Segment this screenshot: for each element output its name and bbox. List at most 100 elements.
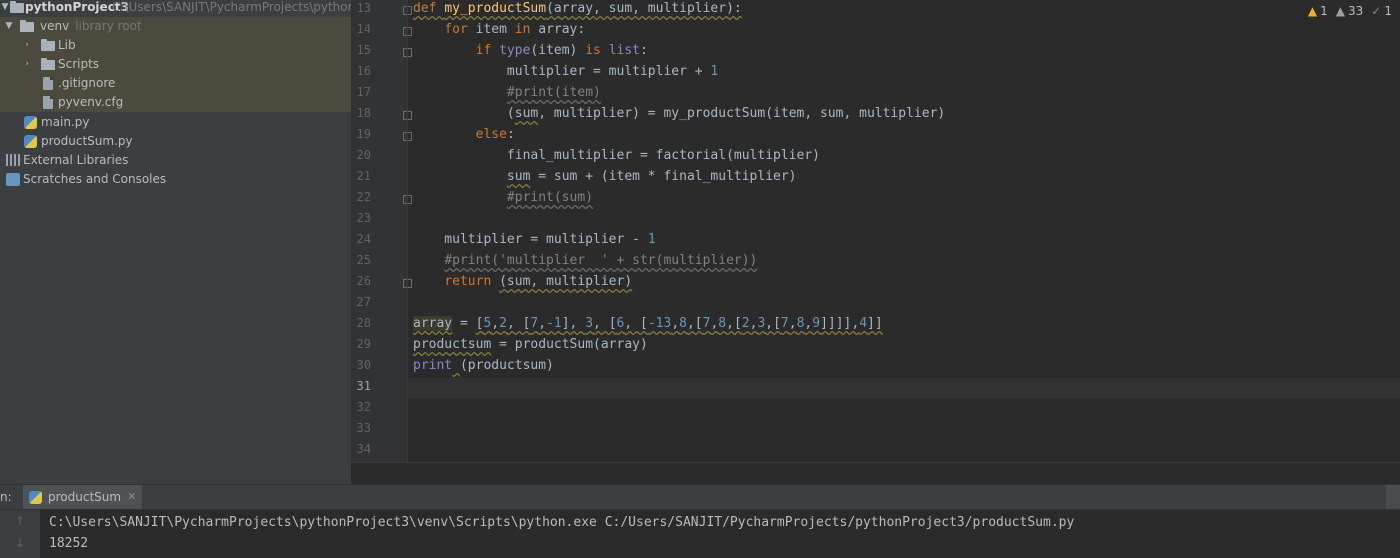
line-number: 23: [356, 211, 371, 225]
scratch-icon: [6, 173, 20, 186]
code-line: def my_productSum(array, sum, multiplier…: [413, 1, 742, 16]
line-number: 32: [356, 400, 371, 414]
folder-icon: [41, 58, 55, 70]
python-file-icon: [24, 116, 37, 129]
weak-warning-count: 33: [1348, 4, 1364, 18]
line-number: 24: [356, 232, 371, 246]
code-line: print (productsum): [413, 358, 554, 373]
line-number: 15: [356, 43, 371, 57]
line-number: 29: [356, 337, 371, 351]
file-icon: [43, 96, 53, 109]
line-number: 22: [356, 190, 371, 204]
line-number: 17: [356, 85, 371, 99]
run-toolbar: ↑ ↓: [0, 510, 40, 558]
warning-icon: ▲: [1307, 4, 1318, 18]
code-line: if type(item) is list:: [475, 43, 648, 58]
warning-count: 1: [1320, 4, 1328, 18]
console-command-line: C:\Users\SANJIT\PycharmProjects\pythonPr…: [49, 515, 1075, 530]
close-icon[interactable]: ✕: [127, 485, 136, 509]
project-path: C:\Users\SANJIT\PycharmProjects\pythonPr…: [112, 0, 351, 14]
line-number: 34: [356, 442, 371, 456]
tree-item-label: main.py: [41, 115, 90, 129]
code-line: return (sum, multiplier): [444, 274, 633, 289]
arrow-down-icon[interactable]: ↓: [15, 536, 25, 550]
code-line: sum = sum + (item * final_multiplier): [506, 169, 797, 184]
inspection-widget[interactable]: ▲ 1 ▲ 33 ✓ 1: [1308, 2, 1392, 20]
code-line: multiplier = multiplier + 1: [413, 64, 719, 79]
folder-icon: [10, 1, 24, 13]
tree-item-lib[interactable]: › Lib: [0, 36, 351, 55]
weak-warnings-indicator[interactable]: ▲ 33: [1336, 2, 1364, 20]
panel-options-strip[interactable]: [1386, 485, 1400, 509]
caret-row-highlight: [408, 378, 1400, 399]
tree-item-gitignore[interactable]: .gitignore: [0, 74, 351, 93]
tree-item-productsum-py[interactable]: productSum.py: [0, 132, 351, 151]
code-line: for item in array:: [444, 22, 586, 37]
run-tool-window: n: productSum ✕ ↑ ↓ C:\Users\SANJIT\Pych…: [0, 484, 1400, 558]
line-number: 21: [356, 169, 371, 183]
chevron-down-icon[interactable]: ▼: [0, 0, 10, 17]
tree-item-venv[interactable]: ▼ venv library root: [0, 17, 351, 36]
code-editor[interactable]: 13 14 15 16 17 18 19 20 21 22 23 24 25 2…: [351, 0, 1400, 485]
gutter-divider: [407, 0, 408, 462]
line-number: 14: [356, 22, 371, 36]
line-number: 16: [356, 64, 371, 78]
code-line: #print('multiplier ' + str(multiplier)): [444, 253, 758, 268]
weak-warning-icon: ▲: [1335, 4, 1346, 18]
project-root-row[interactable]: ▼ pythonProject3 C:\Users\SANJIT\Pycharm…: [0, 0, 351, 17]
tree-item-label: venv: [40, 19, 70, 33]
tree-item-label: Scripts: [58, 57, 100, 71]
project-tool-window: ▼ pythonProject3 C:\Users\SANJIT\Pycharm…: [0, 0, 351, 484]
chevron-right-icon[interactable]: ›: [22, 36, 32, 55]
run-tab-productsum[interactable]: productSum ✕: [23, 485, 143, 509]
tree-item-label: productSum.py: [41, 134, 133, 148]
line-number: 13: [356, 1, 371, 15]
code-line: #print(sum): [506, 190, 594, 205]
code-line: (sum, multiplier) = my_productSum(item, …: [413, 106, 946, 121]
line-number: 19: [356, 127, 371, 141]
chevron-down-icon[interactable]: ▼: [4, 17, 14, 36]
tree-item-label: pyvenv.cfg: [58, 95, 124, 109]
line-number: 33: [356, 421, 371, 435]
code-line: array = [5,2, [7,-1], 3, [6, [-13,8,[7,8…: [413, 316, 883, 331]
tree-item-pyvenv[interactable]: pyvenv.cfg: [0, 93, 351, 112]
line-number: 27: [356, 295, 371, 309]
tree-item-main-py[interactable]: main.py: [0, 113, 351, 132]
tree-item-label: External Libraries: [23, 153, 129, 167]
ok-count: 1: [1384, 4, 1392, 18]
python-file-icon: [24, 135, 37, 148]
folder-icon: [41, 39, 55, 51]
library-icon: [6, 154, 20, 166]
run-tool-window-header: n: productSum ✕: [0, 485, 1400, 510]
line-number: 18: [356, 106, 371, 120]
tree-item-label: .gitignore: [58, 76, 116, 90]
checkmark-icon: ✓: [1371, 4, 1382, 18]
warnings-indicator[interactable]: ▲ 1: [1308, 2, 1328, 20]
file-icon: [43, 77, 53, 90]
line-number: 25: [356, 253, 371, 267]
chevron-right-icon[interactable]: ›: [22, 55, 32, 74]
code-line: productsum = productSum(array): [413, 337, 648, 352]
code-line: #print(item): [506, 85, 601, 100]
tree-item-scratches[interactable]: Scratches and Consoles: [0, 170, 351, 189]
code-line: else:: [475, 127, 515, 142]
tree-item-scripts[interactable]: › Scripts: [0, 55, 351, 74]
run-label: n:: [0, 490, 12, 504]
tree-item-external-libraries[interactable]: External Libraries: [0, 151, 351, 170]
console-output-line: 18252: [49, 536, 89, 551]
ok-indicator[interactable]: ✓ 1: [1371, 2, 1392, 20]
line-number: 28: [356, 316, 371, 330]
editor-breadcrumb-bar: [351, 462, 1400, 485]
line-number: 26: [356, 274, 371, 288]
line-number: 20: [356, 148, 371, 162]
run-tab-label: productSum: [48, 490, 122, 504]
library-root-hint: library root: [75, 19, 142, 33]
line-number-gutter[interactable]: 13 14 15 16 17 18 19 20 21 22 23 24 25 2…: [351, 0, 412, 462]
python-file-icon: [29, 490, 42, 504]
arrow-up-icon[interactable]: ↑: [15, 514, 25, 528]
folder-icon: [20, 20, 34, 32]
code-line: final_multiplier = factorial(multiplier): [413, 148, 820, 163]
code-line: multiplier = multiplier - 1: [413, 232, 656, 247]
line-number: 30: [356, 358, 371, 372]
line-number: 31: [356, 379, 371, 393]
